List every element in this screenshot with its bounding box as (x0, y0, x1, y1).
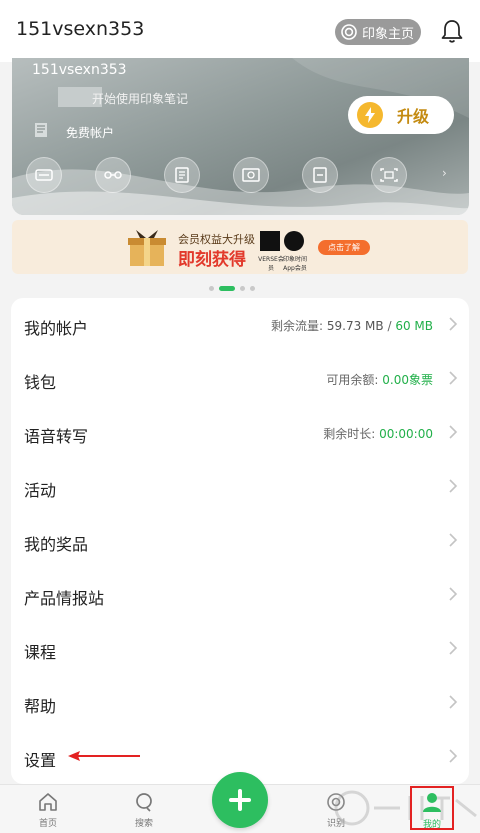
perk-document-icon[interactable] (164, 157, 200, 193)
annotation-arrow-icon (68, 751, 140, 761)
perk-scan-icon[interactable] (302, 157, 338, 193)
tab-label: 首页 (38, 819, 57, 829)
carousel-dot (240, 285, 245, 291)
menu-item-label: 设置 (24, 751, 57, 770)
carousel-dot (250, 285, 255, 291)
settings-menu-list: 我的帐户 剩余流量: 59.73 MB / 60 MB 钱包 可用余额: 0.0… (11, 298, 469, 784)
upgrade-button[interactable]: 升级 (348, 96, 454, 134)
circle-e-icon (341, 24, 357, 40)
app-logo-icon (284, 231, 304, 251)
add-note-button[interactable] (212, 772, 268, 828)
meta-separator: / (383, 319, 396, 333)
menu-item-label: 活动 (24, 481, 57, 500)
banner-cta-button[interactable]: 点击了解 (318, 240, 370, 255)
meta-label: 可用余额: (326, 373, 379, 387)
meta-value-green: 00:00:00 (379, 427, 433, 441)
menu-item-wallet[interactable]: 钱包 可用余额: 0.00象票 (11, 352, 469, 406)
menu-item-label: 我的帐户 (24, 319, 89, 338)
bell-icon[interactable] (440, 18, 464, 44)
lightning-icon (357, 102, 383, 128)
menu-item-courses[interactable]: 课程 (11, 622, 469, 676)
top-bar: 151vsexn353 印象主页 (0, 0, 480, 62)
tab-label: 搜索 (134, 819, 153, 829)
perk-sync-icon[interactable] (26, 157, 62, 193)
menu-item-meta: 剩余时长: 00:00:00 (323, 425, 433, 442)
meta-label: 剩余时长: (323, 427, 376, 441)
menu-item-meta: 剩余流量: 59.73 MB / 60 MB (271, 317, 433, 334)
chevron-right-icon (449, 479, 458, 493)
tab-label: 我的 (422, 820, 441, 830)
perk-money-icon[interactable] (233, 157, 269, 193)
verse-logo-icon (260, 231, 280, 251)
chevron-right-icon (449, 425, 458, 439)
account-type: 免费帐户 (66, 126, 115, 140)
chevron-right-icon (449, 371, 458, 385)
carousel-dot-active (219, 285, 235, 291)
account-badge-icon (35, 123, 47, 137)
tab-search[interactable]: 搜索 (119, 791, 169, 829)
menu-item-label: 钱包 (24, 373, 57, 392)
chevron-right-icon (449, 695, 458, 709)
menu-item-label: 帮助 (24, 697, 57, 716)
menu-item-label: 产品情报站 (24, 589, 105, 608)
perk-share-icon[interactable] (95, 157, 131, 193)
perk-present-icon[interactable] (371, 157, 407, 193)
chevron-right-icon (449, 533, 458, 547)
home-icon (39, 793, 57, 811)
gift-box-icon (128, 230, 166, 266)
home-page-button[interactable]: 印象主页 (335, 19, 421, 45)
user-icon (423, 793, 441, 812)
watermark-logo (334, 790, 477, 826)
profile-card: 151vsexn353 开始使用印象笔记 免费帐户 升级 › (12, 58, 469, 215)
menu-item-voice-transcribe[interactable]: 语音转写 剩余时长: 00:00:00 (11, 406, 469, 460)
chevron-right-icon (449, 587, 458, 601)
chevron-right-icon (449, 317, 458, 331)
app-label: 印象时间App会员 (282, 256, 307, 272)
menu-item-meta: 可用余额: 0.00象票 (326, 371, 433, 388)
meta-label: 剩余流量: (271, 319, 324, 333)
profile-username: 151vsexn353 (32, 62, 127, 78)
header-username: 151vsexn353 (16, 18, 145, 40)
chevron-right-icon (449, 749, 458, 763)
carousel-indicator (209, 285, 255, 291)
promo-banner[interactable]: 会员权益大升级 即刻获得 VERSE会员 印象时间App会员 点击了解 (12, 220, 468, 274)
plus-icon (229, 789, 251, 811)
chevron-right-icon (449, 641, 458, 655)
meta-value: 59.73 MB (326, 319, 384, 333)
menu-item-my-account[interactable]: 我的帐户 剩余流量: 59.73 MB / 60 MB (11, 298, 469, 352)
menu-item-product-news[interactable]: 产品情报站 (11, 568, 469, 622)
menu-item-label: 语音转写 (24, 427, 89, 446)
profile-hint: 开始使用印象笔记 (92, 92, 189, 106)
banner-line2: 即刻获得 (178, 250, 246, 270)
meta-value-green: 60 MB (395, 319, 433, 333)
menu-item-activities[interactable]: 活动 (11, 460, 469, 514)
perk-more-chevron-icon[interactable]: › (442, 166, 447, 180)
menu-item-help[interactable]: 帮助 (11, 676, 469, 730)
tab-me[interactable]: 我的 (410, 786, 454, 830)
menu-item-label: 我的奖品 (24, 535, 89, 554)
menu-item-label: 课程 (24, 643, 57, 662)
meta-value-green: 0.00象票 (382, 373, 433, 387)
carousel-dot (209, 285, 214, 291)
home-page-label: 印象主页 (362, 26, 415, 42)
menu-item-my-prizes[interactable]: 我的奖品 (11, 514, 469, 568)
upgrade-label: 升级 (397, 107, 430, 126)
search-icon (136, 793, 152, 812)
tab-home[interactable]: 首页 (23, 791, 73, 829)
